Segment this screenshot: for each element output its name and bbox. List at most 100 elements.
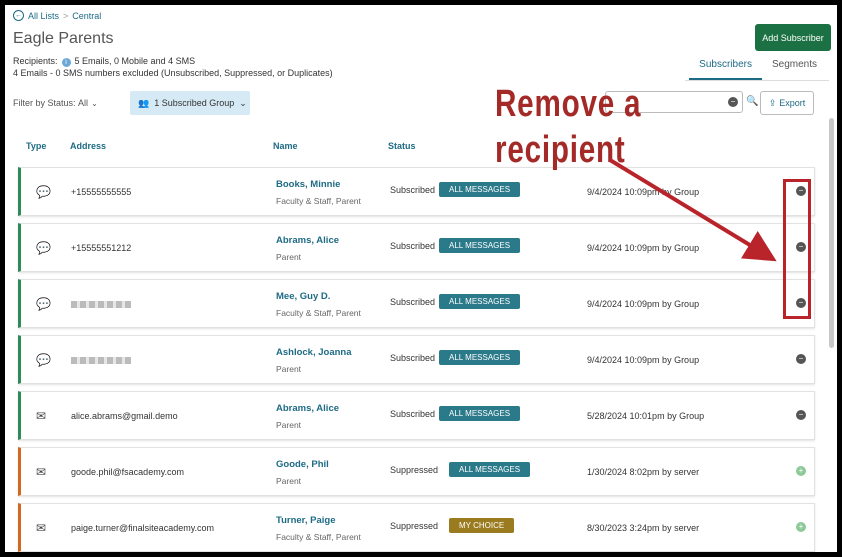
table-row[interactable]: 💬 Ashlock, Joanna Parent Subscribed ALL … (18, 335, 815, 384)
row-status: Subscribed (390, 297, 436, 307)
column-header-type[interactable]: Type (26, 141, 46, 151)
recipients-summary: Recipients: i 5 Emails, 0 Mobile and 4 SMS… (13, 55, 333, 79)
row-address: +15555555555 (71, 187, 132, 197)
email-icon: ✉ (36, 465, 47, 479)
row-address: paige.turner@finalsiteacademy.com (71, 523, 215, 533)
recipients-counts: 5 Emails, 0 Mobile and 4 SMS (74, 56, 196, 66)
page-title: Eagle Parents (13, 30, 114, 47)
group-chip-label: 1 Subscribed Group (154, 98, 235, 108)
row-date: 8/30/2023 3:24pm by server (587, 523, 700, 533)
breadcrumb-separator: > (63, 10, 69, 21)
search-icon[interactable]: 🔍 (746, 96, 758, 107)
add-recipient-button[interactable]: + (796, 466, 806, 476)
subscriber-list: 💬 +15555555555 Books, Minnie Faculty & S… (18, 167, 815, 552)
export-label: Export (779, 98, 806, 108)
sms-icon: 💬 (36, 241, 51, 255)
status-badge: MY CHOICE (449, 518, 515, 533)
chevron-down-icon: ⌄ (239, 97, 247, 108)
breadcrumb-all-lists[interactable]: All Lists (28, 11, 59, 21)
add-recipient-button[interactable]: + (796, 522, 806, 532)
table-row[interactable]: ✉ paige.turner@finalsiteacademy.com Turn… (18, 503, 815, 552)
row-address: goode.phil@fsacademy.com (71, 467, 185, 477)
row-status: Subscribed (390, 241, 436, 251)
filter-value: All (78, 98, 89, 108)
status-badge: ALL MESSAGES (439, 182, 521, 197)
row-address-redacted (71, 355, 131, 365)
table-row[interactable]: 💬 Mee, Guy D. Faculty & Staff, Parent Su… (18, 279, 815, 328)
row-role: Parent (276, 476, 302, 486)
annotation-highlight-box (783, 179, 811, 319)
row-name-link[interactable]: Abrams, Alice (276, 403, 339, 414)
tab-subscribers[interactable]: Subscribers (689, 59, 762, 80)
row-name-link[interactable]: Abrams, Alice (276, 235, 339, 246)
row-role: Faculty & Staff, Parent (276, 196, 361, 206)
recipients-label: Recipients: (13, 56, 58, 66)
column-header-status[interactable]: Status (388, 141, 416, 151)
sms-icon: 💬 (36, 297, 51, 311)
table-row[interactable]: ✉ goode.phil@fsacademy.com Goode, Phil P… (18, 447, 815, 496)
row-date: 1/30/2024 8:02pm by server (587, 467, 700, 477)
row-status: Suppressed (390, 521, 439, 531)
info-icon[interactable]: i (61, 58, 71, 67)
annotation-callout: Remove a recipient (495, 81, 641, 173)
remove-recipient-button[interactable]: − (796, 410, 806, 420)
status-filter[interactable]: Filter by Status: All ⌄ (13, 98, 98, 108)
row-name-link[interactable]: Mee, Guy D. (276, 291, 330, 302)
table-row[interactable]: 💬 +15555551212 Abrams, Alice Parent Subs… (18, 223, 815, 272)
sms-icon: 💬 (36, 185, 51, 199)
chevron-down-icon: ⌄ (91, 98, 98, 108)
row-date: 9/4/2024 10:09pm by Group (587, 243, 700, 253)
row-name-link[interactable]: Goode, Phil (276, 459, 329, 470)
row-name-link[interactable]: Ashlock, Joanna (276, 347, 352, 358)
add-subscriber-button[interactable]: Add Subscriber (755, 24, 831, 51)
export-button[interactable]: ⇪ Export (760, 91, 814, 115)
row-address-redacted (71, 299, 131, 309)
column-header-name[interactable]: Name (273, 141, 298, 151)
row-status: Subscribed (390, 353, 436, 363)
status-badge: ALL MESSAGES (439, 406, 521, 421)
recipients-excluded: 4 Emails - 0 SMS numbers excluded (Unsub… (13, 68, 333, 78)
table-row[interactable]: ✉ alice.abrams@gmail.demo Abrams, Alice … (18, 391, 815, 440)
row-role: Faculty & Staff, Parent (276, 308, 361, 318)
app-window: ← All Lists > Central Eagle Parents Reci… (5, 5, 837, 552)
group-icon: 👥 (138, 97, 150, 108)
status-badge: ALL MESSAGES (439, 294, 521, 309)
row-name-link[interactable]: Books, Minnie (276, 179, 340, 190)
filter-label: Filter by Status: (13, 98, 76, 108)
row-date: 9/4/2024 10:09pm by Group (587, 355, 700, 365)
row-role: Parent (276, 252, 302, 262)
row-date: 5/28/2024 10:01pm by Group (587, 411, 705, 421)
row-role: Faculty & Staff, Parent (276, 532, 361, 542)
group-filter-chip[interactable]: 👥 1 Subscribed Group ⌄ (130, 91, 250, 115)
annotation-line-2: recipient (495, 129, 626, 171)
row-address: +15555551212 (71, 243, 132, 253)
row-date: 9/4/2024 10:09pm by Group (587, 187, 700, 197)
row-role: Parent (276, 420, 302, 430)
tab-segments[interactable]: Segments (762, 59, 827, 80)
email-icon: ✉ (36, 409, 47, 423)
breadcrumb: ← All Lists > Central (13, 10, 101, 21)
sms-icon: 💬 (36, 353, 51, 367)
table-row[interactable]: 💬 +15555555555 Books, Minnie Faculty & S… (18, 167, 815, 216)
annotation-line-1: Remove a (495, 83, 642, 125)
breadcrumb-current[interactable]: Central (72, 11, 101, 21)
row-status: Subscribed (390, 185, 436, 195)
clear-search-icon[interactable]: − (728, 97, 738, 107)
row-status: Subscribed (390, 409, 436, 419)
tab-divider (685, 80, 829, 81)
status-badge: ALL MESSAGES (449, 462, 531, 477)
email-icon: ✉ (36, 521, 47, 535)
tab-bar: Subscribers Segments (689, 59, 827, 80)
row-role: Parent (276, 364, 302, 374)
status-badge: ALL MESSAGES (439, 238, 521, 253)
export-icon: ⇪ (768, 97, 777, 108)
remove-recipient-button[interactable]: − (796, 354, 806, 364)
status-badge: ALL MESSAGES (439, 350, 521, 365)
arrow-left-circle-icon[interactable]: ← (13, 10, 24, 21)
scrollbar-thumb[interactable] (829, 118, 834, 348)
row-address: alice.abrams@gmail.demo (71, 411, 178, 421)
row-status: Suppressed (390, 465, 439, 475)
row-date: 9/4/2024 10:09pm by Group (587, 299, 700, 309)
column-header-address[interactable]: Address (70, 141, 106, 151)
row-name-link[interactable]: Turner, Paige (276, 515, 335, 526)
